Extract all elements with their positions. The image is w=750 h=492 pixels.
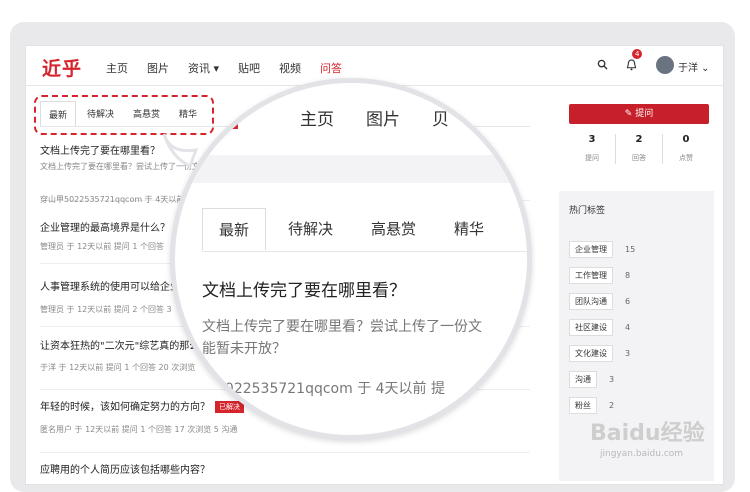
stat-answers[interactable]: 2 回答 xyxy=(616,134,663,164)
ask-question-button[interactable]: ✎ 提问 xyxy=(569,104,709,124)
question-title[interactable]: 应聘用的个人简历应该包括哪些内容？ xyxy=(40,461,210,476)
zoomed-accent xyxy=(230,121,238,129)
zoomed-tab-latest: 最新 xyxy=(202,208,267,250)
watermark-url: jingyan.baidu.com xyxy=(600,449,684,459)
question-title[interactable]: 年轻的时候，该如何确定努力的方向？ 已解决 xyxy=(40,398,244,413)
tag-item[interactable]: 团队沟通 6 xyxy=(569,288,635,314)
tabs-highlight-outline xyxy=(34,95,214,135)
magnifier-zoom: 主页 图片 贝 最新 待解决 高悬赏 精华 文档上传完了要在哪里看？ 文档上传完… xyxy=(170,78,532,440)
site-logo[interactable]: 近乎 xyxy=(42,54,82,81)
nav-images[interactable]: 图片 xyxy=(147,60,169,76)
list-item[interactable]: 应聘用的个人简历应该包括哪些内容？ xyxy=(40,453,530,484)
user-panel: ✎ 提问 3 提问 2 回答 0 点赞 xyxy=(559,104,714,164)
tag-item[interactable]: 文化建设 3 xyxy=(569,340,635,366)
notification-badge: 4 xyxy=(632,49,643,59)
zoomed-nav: 主页 图片 贝 xyxy=(300,110,449,130)
zoomed-tabs: 最新 待解决 高悬赏 精华 xyxy=(202,208,506,250)
question-meta: 匿名用户 于 12天以前 提问 1 个回答 17 次浏览 5 沟通 xyxy=(40,425,238,434)
zoomed-tab-unsolved: 待解决 xyxy=(288,220,334,238)
question-title[interactable]: 文档上传完了要在哪里看？ xyxy=(40,142,160,157)
tag-list: 企业管理 15 工作管理 8 团队沟通 6 社区建设 4 文化建设 3 沟通 3 粉丝 2 xyxy=(569,236,635,418)
zoomed-question-summary: 文档上传完了要在哪里看？尝试上传了一份文 能暂未开放？ xyxy=(202,319,482,357)
tag-item[interactable]: 沟通 3 xyxy=(569,366,635,392)
zoomed-question-meta: 甲5022535721qqcom 于 4天以前 提 xyxy=(202,381,446,397)
tag-item[interactable]: 社区建设 4 xyxy=(569,314,635,340)
user-menu[interactable]: 于洋 ⌄ xyxy=(678,59,710,74)
question-meta: 管理员 于 12天以前 提问 2 个回答 3 xyxy=(40,305,172,314)
nav-home[interactable]: 主页 xyxy=(106,60,128,76)
nav-tieba[interactable]: 贴吧 xyxy=(238,60,260,76)
question-meta: 于洋 于 12天以前 提问 1 个回答 20 次浏览 xyxy=(40,363,196,372)
search-icon[interactable] xyxy=(597,59,608,73)
avatar[interactable] xyxy=(656,56,674,74)
zoomed-tab-featured: 精华 xyxy=(454,220,485,238)
stat-questions[interactable]: 3 提问 xyxy=(569,134,616,164)
bell-icon[interactable] xyxy=(626,59,637,74)
tag-item[interactable]: 工作管理 8 xyxy=(569,262,635,288)
tag-item[interactable]: 企业管理 15 xyxy=(569,236,635,262)
question-meta: 管理员 于 12天以前 提问 1 个回答 xyxy=(40,242,164,251)
main-nav: 主页 图片 资讯 ▾ 贴吧 视频 问答 xyxy=(106,60,361,76)
nav-qa[interactable]: 问答 xyxy=(320,60,342,76)
nav-video[interactable]: 视频 xyxy=(279,60,301,76)
zoomed-question-title: 文档上传完了要在哪里看？ xyxy=(202,281,406,301)
question-title[interactable]: 企业管理的最高境界是什么？ xyxy=(40,219,170,234)
zoomed-tab-divider xyxy=(202,251,527,252)
zoomed-tab-bounty: 高悬赏 xyxy=(371,220,417,238)
stat-likes[interactable]: 0 点赞 xyxy=(663,134,709,164)
hot-tags-title: 热门标签 xyxy=(569,206,606,216)
solved-badge: 已解决 xyxy=(215,401,244,413)
user-stats: 3 提问 2 回答 0 点赞 xyxy=(569,134,709,164)
zoomed-gray-band xyxy=(175,155,527,183)
nav-news[interactable]: 资讯 ▾ xyxy=(188,60,219,76)
baidu-watermark: Baidu经验 xyxy=(590,421,705,446)
